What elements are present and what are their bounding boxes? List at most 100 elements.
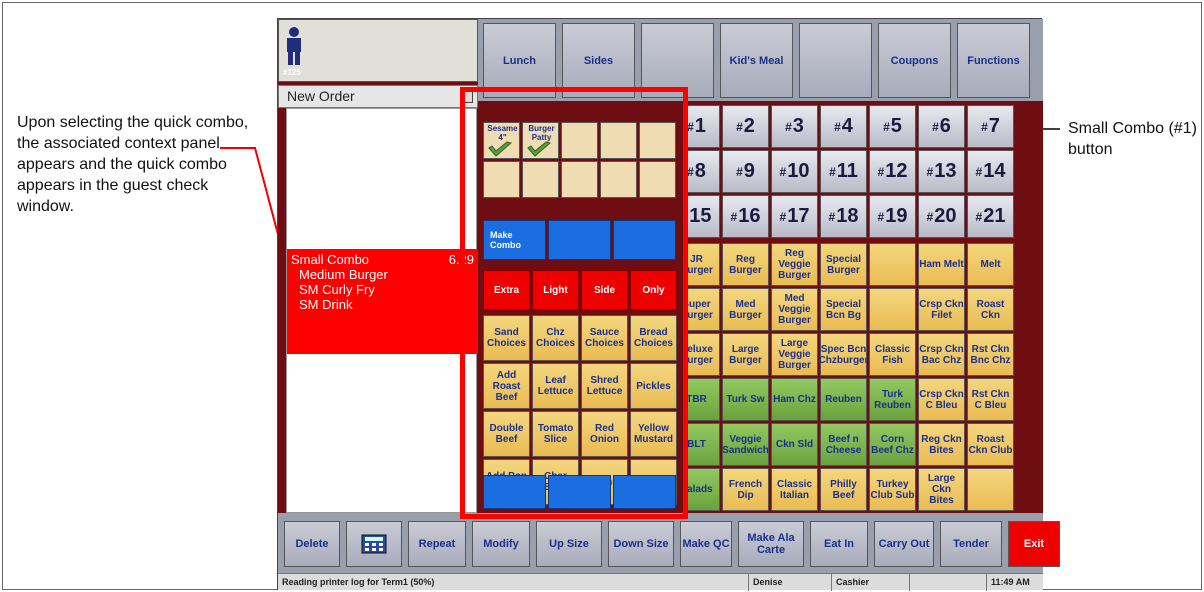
btn-carry-out[interactable]: Carry Out — [874, 521, 934, 567]
combo-number-button[interactable]: #21 — [967, 195, 1014, 238]
menu-item-button[interactable]: Philly Beef — [820, 468, 867, 511]
tab-blank-4[interactable] — [799, 23, 872, 98]
combo-number-button[interactable]: #20 — [918, 195, 965, 238]
hash-symbol: # — [828, 209, 836, 224]
btn-down-size[interactable]: Down Size — [608, 521, 674, 567]
combo-number-button[interactable]: #6 — [918, 105, 965, 148]
menu-item-button[interactable]: Turkey Club Sub — [869, 468, 916, 511]
menu-item-button[interactable]: Reg Ckn Bites — [918, 423, 965, 466]
order-line-selected[interactable]: Small Combo 6.29 Medium Burger SM Curly F… — [287, 249, 478, 354]
combo-number-button[interactable]: #1 — [688, 105, 720, 148]
btn-delete[interactable]: Delete — [284, 521, 340, 567]
combo-number-button[interactable]: #9 — [722, 150, 769, 193]
btn-make-qc[interactable]: Make QC — [680, 521, 732, 567]
btn-eat-in[interactable]: Eat In — [810, 521, 868, 567]
btn-modify[interactable]: Modify — [472, 521, 530, 567]
combo-number-button[interactable]: #5 — [869, 105, 916, 148]
combo-number-button[interactable]: #3 — [771, 105, 818, 148]
btn-exit[interactable]: Exit — [1008, 521, 1060, 567]
combo-number-button[interactable]: #8 — [688, 150, 720, 193]
menu-item-button[interactable]: Classic Italian — [771, 468, 818, 511]
menu-item-button[interactable]: Ham Chz — [771, 378, 818, 421]
combo-number-button[interactable]: #18 — [820, 195, 867, 238]
status-message: Reading printer log for Term1 (50%) — [282, 577, 435, 587]
hash-symbol: # — [877, 164, 885, 179]
menu-item-button[interactable]: Classic Fish — [869, 333, 916, 376]
btn-repeat[interactable]: Repeat — [408, 521, 466, 567]
combo-number: 10 — [787, 160, 810, 182]
menu-item-button[interactable]: Special Bcn Bg — [820, 288, 867, 331]
menu-item-button[interactable]: Corn Beef Chz — [869, 423, 916, 466]
menu-item-button[interactable]: Crsp Ckn Filet — [918, 288, 965, 331]
status-role: Cashier — [831, 574, 909, 591]
menu-item-button[interactable] — [967, 468, 1014, 511]
menu-item-button[interactable]: Rst Ckn C Bleu — [967, 378, 1014, 421]
menu-item-button[interactable]: TBR — [688, 378, 720, 421]
combo-number-button[interactable]: #17 — [771, 195, 818, 238]
combo-number-button[interactable]: #4 — [820, 105, 867, 148]
btn-tender[interactable]: Tender — [940, 521, 1002, 567]
hash-symbol: # — [688, 120, 694, 134]
menu-item-button[interactable]: BLT — [688, 423, 720, 466]
combo-number-button[interactable]: #12 — [869, 150, 916, 193]
tab-coupons[interactable]: Coupons — [878, 23, 951, 98]
menu-item-button[interactable]: Crsp Ckn C Bleu — [918, 378, 965, 421]
menu-item-button[interactable] — [869, 288, 916, 331]
menu-item-button[interactable]: Med Veggie Burger — [771, 288, 818, 331]
combo-number-button[interactable]: #7 — [967, 105, 1014, 148]
order-sub-item: SM Drink — [299, 297, 353, 312]
menu-item-button[interactable]: Beef n Cheese — [820, 423, 867, 466]
menu-item-button[interactable]: Veggie Sandwich — [722, 423, 769, 466]
combo-number-button[interactable]: #15 — [688, 195, 720, 238]
menu-item-button[interactable]: Special Burger — [820, 243, 867, 286]
hash-symbol: # — [829, 164, 836, 179]
combo-number-button[interactable]: #10 — [771, 150, 818, 193]
menu-item-button[interactable]: Ckn Sld — [771, 423, 818, 466]
hash-symbol: # — [688, 165, 694, 179]
menu-item-button[interactable]: Ham Melt — [918, 243, 965, 286]
menu-item-button[interactable]: Reuben — [820, 378, 867, 421]
menu-item-button[interactable]: Reg Veggie Burger — [771, 243, 818, 286]
menu-item-button[interactable]: Melt — [967, 243, 1014, 286]
hash-symbol: # — [736, 164, 743, 179]
guest-check-window[interactable]: Small Combo 6.29 Medium Burger SM Curly F… — [286, 108, 478, 513]
menu-item-button[interactable]: Roast Ckn Club — [967, 423, 1014, 466]
menu-item-button[interactable]: Turk Reuben — [869, 378, 916, 421]
menu-item-button[interactable]: Salads — [688, 468, 720, 511]
combo-number: 7 — [988, 115, 1000, 137]
combo-number: 3 — [792, 115, 804, 137]
menu-item-button[interactable]: Rst Ckn Bnc Chz — [967, 333, 1014, 376]
menu-item-button[interactable]: Large Ckn Bites — [918, 468, 965, 511]
btn-make-ala-carte[interactable]: Make Ala Carte — [738, 521, 804, 567]
tab-functions[interactable]: Functions — [957, 23, 1030, 98]
combo-number-button[interactable]: #19 — [869, 195, 916, 238]
order-header: New Order — [278, 85, 478, 108]
menu-item-button[interactable]: Spec Bcn Chzburger — [819, 333, 869, 376]
menu-item-button[interactable]: Large Burger — [722, 333, 769, 376]
menu-item-button[interactable]: Super Burger — [688, 288, 720, 331]
tab-kid-s-meal[interactable]: Kid's Meal — [720, 23, 793, 98]
menu-item-button[interactable]: Roast Ckn — [967, 288, 1014, 331]
menu-item-button[interactable]: Large Veggie Burger — [771, 333, 818, 376]
menu-item-button[interactable]: Reg Burger — [722, 243, 769, 286]
combo-number: 9 — [743, 160, 755, 182]
combo-number-button[interactable]: #16 — [722, 195, 769, 238]
combo-number-button[interactable]: #13 — [918, 150, 965, 193]
menu-item-button[interactable]: JR Burger — [688, 243, 720, 286]
combo-number: 17 — [787, 205, 810, 227]
combo-number-button[interactable]: #11 — [820, 150, 867, 193]
combo-number: 21 — [983, 205, 1006, 227]
menu-item-button[interactable]: Turk Sw — [722, 378, 769, 421]
menu-item-button[interactable]: Deluxe Burger — [688, 333, 720, 376]
menu-item-button[interactable] — [869, 243, 916, 286]
calculator-button[interactable] — [346, 521, 402, 567]
menu-item-button[interactable]: Crsp Ckn Bac Chz — [918, 333, 965, 376]
combo-number-button[interactable]: #14 — [967, 150, 1014, 193]
combo-number-button[interactable]: #2 — [722, 105, 769, 148]
combo-number: 2 — [743, 115, 755, 137]
btn-up-size[interactable]: Up Size — [536, 521, 602, 567]
hash-symbol: # — [975, 209, 983, 224]
combo-number: 20 — [934, 205, 957, 227]
menu-item-button[interactable]: French Dip — [722, 468, 769, 511]
menu-item-button[interactable]: Med Burger — [722, 288, 769, 331]
